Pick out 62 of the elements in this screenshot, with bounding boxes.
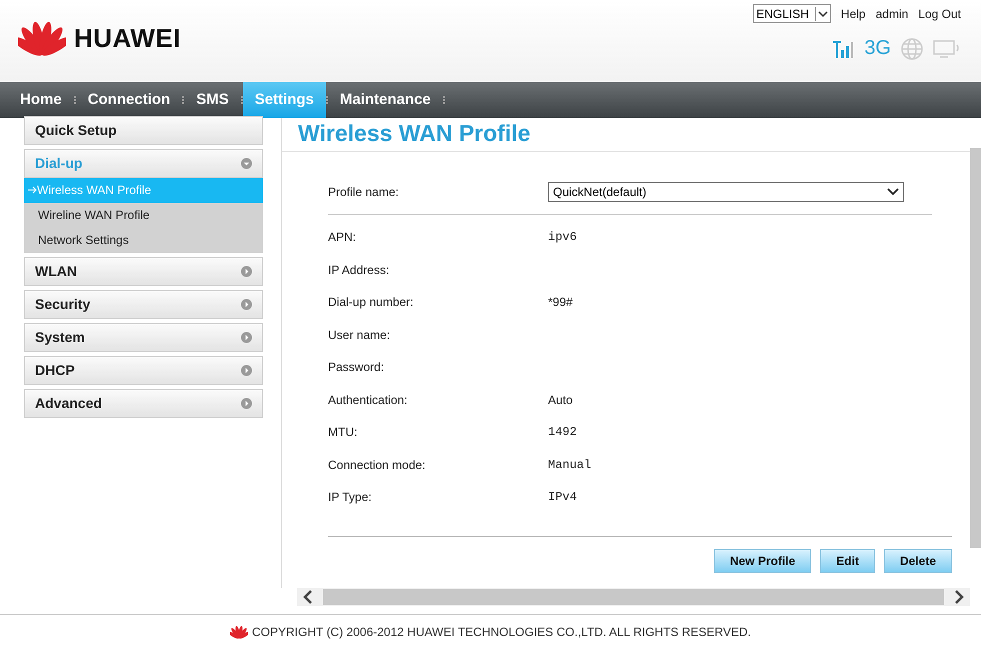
vertical-scrollbar[interactable]	[970, 148, 981, 548]
header-link[interactable]: Help	[840, 6, 866, 20]
field-label: Authentication:	[328, 392, 408, 407]
network-type: 3G	[864, 37, 891, 60]
language-select[interactable]: ENGLISH	[753, 4, 831, 23]
signal-icon	[832, 40, 854, 58]
nav-tab[interactable]: Maintenance	[328, 82, 443, 118]
nav-divider	[442, 96, 445, 104]
arrow-icon	[28, 186, 37, 194]
nav-divider	[74, 96, 76, 104]
nav-tab[interactable]: Home	[8, 82, 74, 118]
field-label: Dial-up number:	[328, 295, 414, 310]
field-value: ipv6	[548, 230, 577, 244]
nav-tab[interactable]: Connection	[76, 82, 182, 118]
sidebar-item[interactable]: DHCP	[24, 356, 263, 385]
field-label: APN:	[328, 230, 358, 244]
field-label: MTU:	[328, 425, 358, 440]
sidebar-item[interactable]: Quick Setup	[24, 116, 263, 145]
field-label: User name:	[328, 328, 392, 342]
nav-divider	[326, 96, 328, 104]
field-value: Manual	[548, 458, 592, 472]
field-value: Auto	[548, 392, 573, 407]
monitor-icon	[933, 38, 961, 58]
globe-icon	[901, 38, 923, 60]
expand-icon	[241, 364, 252, 376]
brand-name: HUAWEI	[74, 22, 181, 54]
field-value: *99#	[548, 295, 573, 310]
profile-select[interactable]: QuickNet(default)	[548, 182, 904, 202]
expand-icon	[241, 266, 252, 277]
expand-icon	[241, 298, 252, 310]
sidebar-item[interactable]: System	[24, 322, 263, 352]
scroll-right-icon[interactable]	[954, 590, 964, 604]
chevron-down-icon	[887, 188, 899, 196]
field-value: 1492	[548, 425, 577, 440]
action-button[interactable]: New Profile	[714, 548, 812, 573]
copyright-text: COPYRIGHT (C) 2006-2012 HUAWEI TECHNOLOGIES CO.,LTD. ALL RIGHTS RESERVED.	[252, 625, 752, 640]
page-title: Wireless WAN Profile	[282, 118, 970, 152]
nav-tab[interactable]: SMS	[184, 82, 241, 118]
nav-divider	[240, 96, 243, 104]
header-link[interactable]: Log Out	[918, 6, 961, 20]
header-link[interactable]: admin	[876, 6, 908, 20]
submenu-item[interactable]: Wireline WAN Profile	[24, 202, 263, 228]
field-label: IP Address:	[328, 262, 390, 277]
dropdown-icon	[814, 6, 830, 20]
field-label: Connection mode:	[328, 458, 426, 472]
scroll-left-icon[interactable]	[303, 590, 313, 604]
action-button[interactable]: Edit	[820, 548, 875, 573]
expand-icon	[241, 332, 252, 343]
horizontal-scrollbar[interactable]	[297, 588, 970, 606]
field-label: Password:	[328, 360, 386, 374]
footer-logo-icon	[230, 623, 248, 642]
sidebar-item[interactable]: Advanced	[24, 388, 263, 418]
collapse-icon	[241, 158, 252, 169]
field-label: Profile name:	[328, 184, 400, 199]
sidebar-item[interactable]: WLAN	[24, 256, 263, 286]
sidebar-item[interactable]: Security	[24, 290, 263, 319]
field-value: IPv4	[548, 490, 577, 504]
expand-icon	[241, 398, 252, 409]
nav-divider	[182, 96, 184, 104]
field-label: IP Type:	[328, 490, 373, 504]
submenu-item[interactable]: Network Settings	[24, 228, 263, 253]
action-button[interactable]: Delete	[884, 548, 952, 573]
